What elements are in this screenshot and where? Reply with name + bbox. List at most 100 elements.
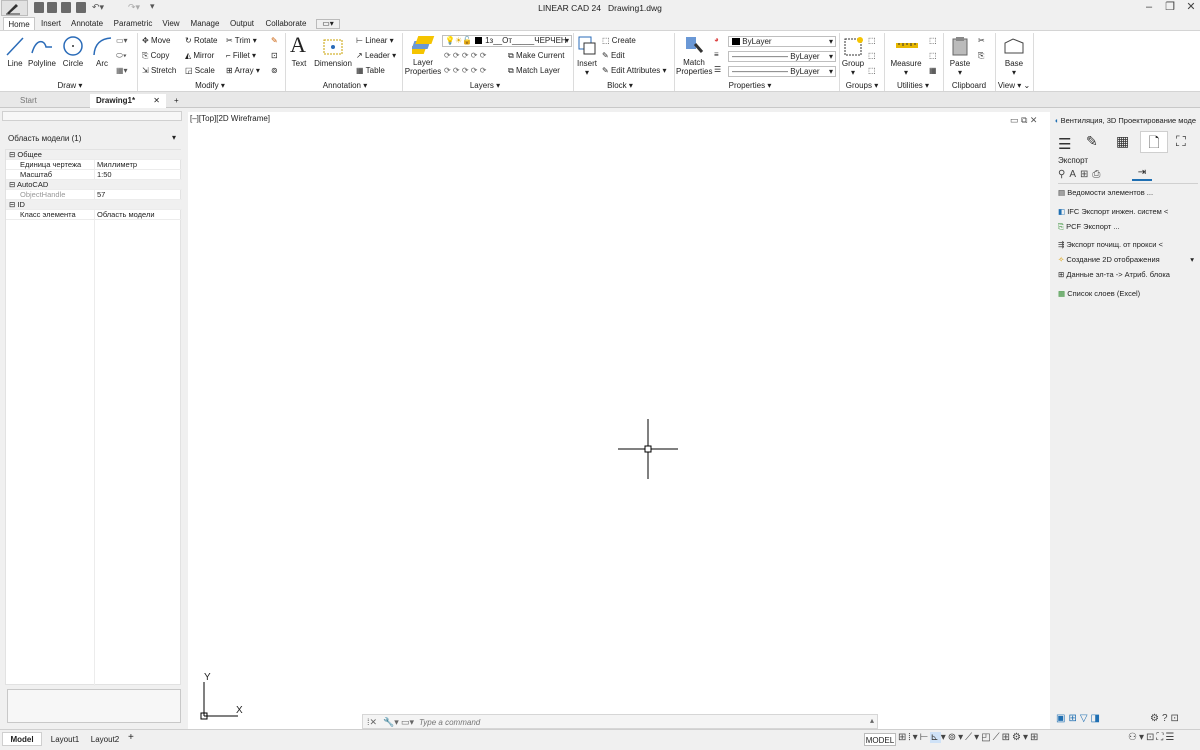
plugin-settings-icon[interactable]: ⚙?⊡: [1150, 713, 1182, 724]
group-id[interactable]: ⊟ ID: [6, 200, 182, 210]
insert-block-icon[interactable]: [577, 34, 597, 56]
scale-button[interactable]: ◲ Scale: [185, 66, 215, 76]
measure-button[interactable]: Measure ▾: [888, 59, 924, 77]
document-tab-icon[interactable]: 🗋: [1140, 131, 1168, 153]
polyline-button[interactable]: Polyline: [27, 59, 57, 68]
close-command-icon[interactable]: ⁞✕: [367, 717, 377, 728]
export-item-attributes[interactable]: ⊞ Данные эл-та -> Атриб. блока: [1058, 268, 1194, 282]
line-button[interactable]: Line: [3, 59, 27, 68]
copy-clip-icon[interactable]: ⎘: [978, 51, 984, 61]
group-autocad[interactable]: ⊟ AutoCAD: [6, 180, 182, 190]
line-icon[interactable]: [5, 35, 25, 57]
group-general[interactable]: ⊟ Общее: [6, 150, 182, 160]
group-icon[interactable]: [843, 35, 865, 57]
cut-icon[interactable]: ✂: [978, 36, 985, 46]
layer-tools-row2[interactable]: ⟳ ⟳ ⟳ ⟳ ⟳: [444, 66, 486, 76]
edit-block-button[interactable]: ✎ Edit: [602, 51, 625, 61]
edit-attributes-button[interactable]: ✎ Edit Attributes ▾: [602, 66, 667, 76]
viewport-window-controls[interactable]: ▭ ⧉ ✕: [1010, 115, 1037, 126]
layout-tab-model[interactable]: Model: [2, 732, 42, 746]
tab-view[interactable]: View: [159, 17, 183, 30]
arc-icon[interactable]: [91, 35, 113, 57]
stretch-button[interactable]: ⇲ Stretch: [142, 66, 176, 76]
quick-select-icon[interactable]: ⬚: [929, 51, 937, 61]
paste-button[interactable]: Paste ▾: [946, 59, 974, 77]
make-current-button[interactable]: ⧉ Make Current: [508, 51, 564, 61]
new-tab-icon[interactable]: +: [170, 94, 186, 108]
group-button[interactable]: Group ▾: [840, 59, 866, 77]
plugin-footer-tools[interactable]: ▣⊞▽◨: [1056, 713, 1103, 724]
calculator-icon[interactable]: ▦: [1116, 133, 1129, 150]
match-properties-button[interactable]: Match Properties: [676, 58, 712, 76]
menu-icon[interactable]: ☰: [1058, 135, 1071, 153]
circle-icon[interactable]: [61, 34, 85, 58]
measure-icon[interactable]: [895, 37, 919, 53]
ungroup-icon[interactable]: ⬚: [868, 36, 876, 46]
ribbon-options-icon[interactable]: ▭▾: [316, 19, 340, 29]
color-dropdown[interactable]: ◕ ByLayer ▾: [714, 35, 838, 47]
base-view-icon[interactable]: [1003, 35, 1025, 57]
tab-collaborate[interactable]: Collaborate: [262, 17, 310, 30]
layer-properties-button[interactable]: Layer Properties: [404, 58, 442, 76]
block-panel-title[interactable]: Block ▾: [595, 81, 645, 90]
panel-grip[interactable]: [2, 111, 182, 121]
restore-icon[interactable]: ❐: [1162, 1, 1178, 14]
lineweight-dropdown[interactable]: ☰ ——————— ByLayer ▾: [714, 65, 838, 77]
export-item-2d[interactable]: ✧ Создание 2D отображения ▾: [1058, 253, 1194, 267]
close-icon[interactable]: ✕: [1183, 1, 1199, 14]
row-scale[interactable]: Масштаб 1:50: [6, 170, 182, 180]
explode-icon[interactable]: ⊡: [271, 51, 278, 61]
rotate-button[interactable]: ↻ Rotate: [185, 36, 218, 46]
export-item-layers-excel[interactable]: ▦ Список слоев (Excel): [1058, 287, 1194, 301]
group-edit-icon[interactable]: ⬚: [868, 51, 876, 61]
status-right-icons[interactable]: ⚇▾⊡⛶☰: [1128, 732, 1176, 743]
text-icon[interactable]: A: [290, 33, 306, 57]
groups-panel-title[interactable]: Groups ▾: [838, 81, 886, 90]
move-button[interactable]: ✥ Move: [142, 36, 171, 46]
tab-home[interactable]: Home: [3, 17, 35, 30]
tab-start[interactable]: Start: [14, 94, 86, 108]
base-button[interactable]: Base ▾: [1000, 59, 1028, 77]
export-item-pcf[interactable]: ⎘ PCF Экспорт ...: [1058, 220, 1194, 234]
export-item-ifc[interactable]: ◧ IFC Экспорт инжен. систем <: [1058, 205, 1194, 219]
command-prompt-icon[interactable]: ▭▾: [401, 717, 414, 728]
layer-properties-icon[interactable]: [412, 34, 436, 58]
close-tab-icon[interactable]: ✕: [153, 94, 160, 108]
tab-insert[interactable]: Insert: [37, 17, 65, 30]
table-button[interactable]: ▦ Table: [356, 66, 385, 76]
selection-dropdown[interactable]: Область модели (1): [8, 134, 81, 143]
annotation-panel-title[interactable]: Annotation ▾: [310, 81, 380, 90]
polyline-icon[interactable]: [30, 35, 54, 57]
properties-panel-title[interactable]: Properties ▾: [725, 81, 775, 90]
chevron-down-icon[interactable]: ▾: [172, 133, 176, 142]
tab-output[interactable]: Output: [227, 17, 257, 30]
export-tab-icon[interactable]: ⇥: [1132, 167, 1152, 181]
rectangle-icon[interactable]: ▭▾: [116, 36, 128, 46]
dimension-icon[interactable]: [321, 35, 345, 57]
match-layer-button[interactable]: ⧉ Match Layer: [508, 66, 560, 76]
model-space-toggle[interactable]: MODEL: [864, 733, 896, 746]
hatch-icon[interactable]: ⬭▾: [116, 51, 127, 61]
select-all-icon[interactable]: ⬚: [929, 36, 937, 46]
layer-dropdown[interactable]: 💡☀🔓 1з__От_____ЧЕРЧЕН ▾: [442, 35, 572, 47]
tab-annotate[interactable]: Annotate: [68, 17, 106, 30]
paste-icon[interactable]: [950, 35, 970, 57]
match-properties-icon[interactable]: [683, 34, 705, 56]
erase-icon[interactable]: ✎: [271, 36, 278, 46]
layout-tab-layout2[interactable]: Layout2: [86, 733, 124, 746]
dimension-button[interactable]: Dimension: [313, 59, 353, 68]
view-panel-title[interactable]: View ▾ ⌄: [994, 81, 1034, 90]
export-item-proxy[interactable]: ⇶ Экспорт почищ. от прокси <: [1058, 238, 1194, 252]
insert-button[interactable]: Insert ▾: [574, 59, 600, 77]
row-unit[interactable]: Единица чертежа Миллиметр: [6, 160, 182, 170]
tab-manage[interactable]: Manage: [187, 17, 223, 30]
status-toggles[interactable]: ⊞⦙▾⊢⊾▾⊚▾⟋▾◰⟋⊞⚙▾⊞: [898, 732, 1040, 743]
mirror-button[interactable]: ◭ Mirror: [185, 51, 214, 61]
drawing-canvas[interactable]: [–][Top][2D Wireframe] ▭ ⧉ ✕ Y X ⁞✕ 🔧▾ ▭…: [188, 112, 1050, 730]
group-select-icon[interactable]: ⬚: [868, 66, 876, 76]
row-handle[interactable]: ObjectHandle 57: [6, 190, 182, 200]
modify-panel-title[interactable]: Modify ▾: [180, 81, 240, 90]
export-item-statements[interactable]: ▤ Ведомости элементов ...: [1058, 186, 1194, 200]
offset-icon[interactable]: ⊚: [271, 66, 278, 76]
copy-button[interactable]: ⎘ Copy: [142, 51, 169, 61]
